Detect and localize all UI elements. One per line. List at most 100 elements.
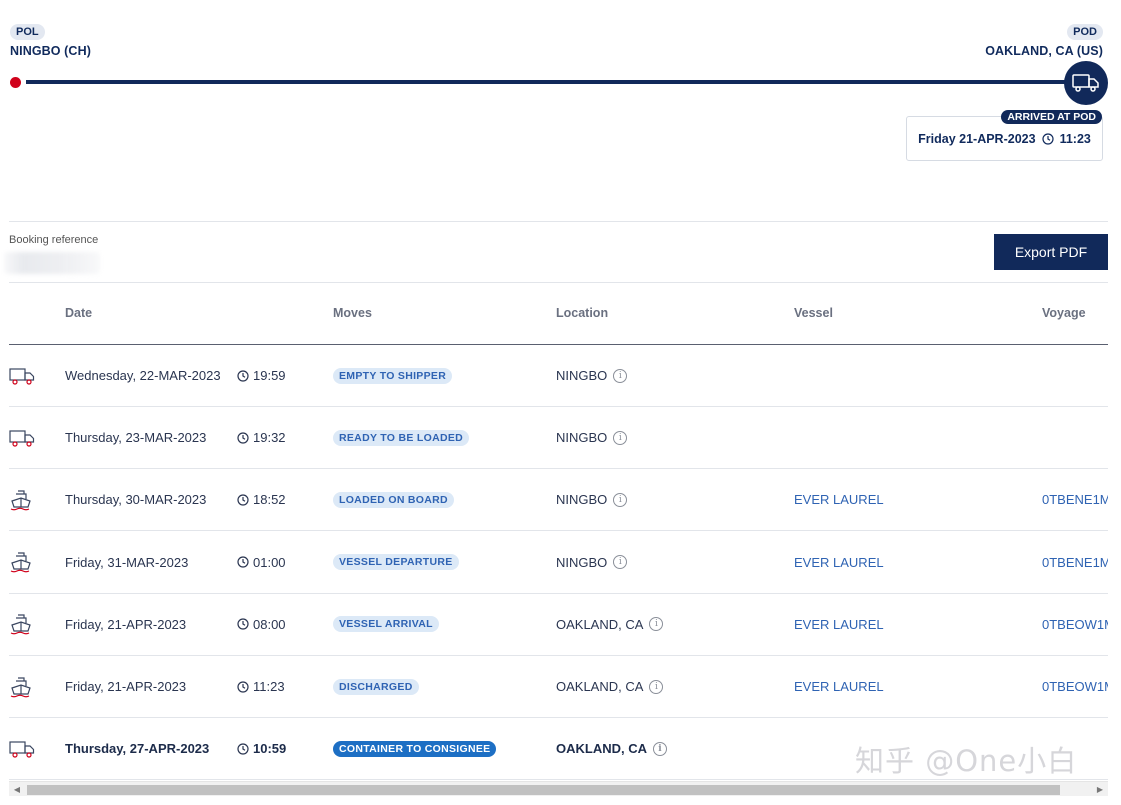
event-location: OAKLAND, CA [556, 679, 644, 694]
watermark: 知乎 @One小白 [855, 744, 1078, 778]
location-cell: OAKLAND, CA i [556, 594, 664, 655]
vessel-link[interactable]: EVER LAUREL [794, 594, 884, 655]
move-cell: READY TO BE LOADED [333, 407, 470, 468]
booking-reference-value-redacted [4, 252, 100, 274]
event-time-cell: 08:00 [237, 594, 286, 655]
scroll-left-arrow-icon[interactable]: ◀ [9, 782, 25, 797]
move-cell: LOADED ON BOARD [333, 469, 454, 530]
event-date: Thursday, 23-MAR-2023 [65, 430, 207, 446]
ship-icon [9, 656, 33, 717]
info-icon[interactable]: i [613, 555, 628, 570]
voyage-link[interactable] [1042, 407, 1108, 468]
move-status-pill: CONTAINER TO CONSIGNEE [333, 740, 497, 757]
header-date[interactable]: Date [65, 306, 92, 320]
event-time-cell: 19:59 [237, 345, 286, 406]
event-date: Thursday, 30-MAR-2023 [65, 492, 207, 508]
clock-icon [237, 369, 249, 382]
event-time: 19:32 [253, 430, 286, 446]
divider [9, 221, 1108, 222]
clock-icon [1041, 132, 1054, 145]
event-time-cell: 19:32 [237, 407, 286, 468]
event-time: 01:00 [253, 554, 286, 570]
event-date: Friday, 31-MAR-2023 [65, 554, 189, 570]
table-row: Thursday, 23-MAR-2023 19:32 READY TO BE LO… [9, 407, 1108, 470]
truck-icon [9, 718, 35, 779]
arrived-status-badge: ARRIVED AT POD [1001, 110, 1102, 124]
event-time-cell: 18:52 [237, 469, 286, 530]
ship-icon [9, 594, 33, 655]
voyage-link[interactable] [1042, 345, 1108, 406]
location-cell: OAKLAND, CA i [556, 656, 664, 717]
horizontal-scrollbar[interactable]: ◀ ▶ [9, 781, 1108, 796]
event-time-cell: 01:00 [237, 532, 286, 593]
voyage-link[interactable]: 0TBEOW1MA [1042, 656, 1108, 717]
info-icon[interactable]: i [649, 679, 664, 694]
move-cell: VESSEL DEPARTURE [333, 532, 459, 593]
info-icon[interactable]: i [649, 617, 664, 632]
arrival-time: 11:23 [1059, 131, 1091, 146]
move-status-pill: VESSEL DEPARTURE [333, 554, 459, 571]
ship-icon [9, 469, 33, 530]
route-progress-line [26, 80, 1076, 84]
move-cell: EMPTY TO SHIPPER [333, 345, 453, 406]
info-icon[interactable]: i [613, 492, 628, 507]
voyage-link[interactable]: 0TBEOW1MA [1042, 594, 1108, 655]
scrollbar-thumb[interactable] [27, 785, 1060, 795]
event-date: Thursday, 27-APR-2023 [65, 741, 210, 757]
location-cell: NINGBO i [556, 407, 628, 468]
move-cell: VESSEL ARRIVAL [333, 594, 439, 655]
clock-icon [237, 432, 249, 444]
move-status-pill: VESSEL ARRIVAL [333, 616, 439, 633]
pod-tag: POD [1067, 24, 1103, 40]
pod-block: POD OAKLAND, CA (US) [985, 22, 1103, 58]
header-location[interactable]: Location [556, 306, 608, 320]
table-row: Thursday, 30-MAR-2023 18:52 LOADED ON BOAR… [9, 469, 1108, 532]
location-cell: NINGBO i [556, 469, 628, 530]
event-time: 11:23 [253, 679, 285, 694]
vessel-link[interactable]: EVER LAUREL [794, 469, 884, 530]
move-status-pill: DISCHARGED [333, 678, 419, 695]
info-icon[interactable]: i [613, 368, 628, 383]
booking-reference-label: Booking reference [9, 234, 99, 246]
move-status-pill: LOADED ON BOARD [333, 491, 454, 508]
pol-block: POL NINGBO (CH) [10, 22, 91, 58]
vessel-link[interactable]: EVER LAUREL [794, 532, 884, 593]
export-pdf-button[interactable]: Export PDF [994, 234, 1108, 270]
event-date: Wednesday, 22-MAR-2023 [65, 368, 221, 383]
event-time-cell: 10:59 [237, 718, 286, 779]
event-location: NINGBO [556, 554, 608, 570]
move-status-pill: READY TO BE LOADED [333, 429, 470, 446]
scroll-right-arrow-icon[interactable]: ▶ [1092, 782, 1108, 797]
clock-icon [237, 743, 249, 755]
info-icon[interactable]: i [613, 430, 628, 445]
move-cell: DISCHARGED [333, 656, 419, 717]
ship-icon [9, 532, 33, 593]
header-voyage[interactable]: Voyage [1042, 306, 1086, 320]
vessel-link[interactable]: EVER LAUREL [794, 656, 884, 717]
event-time: 08:00 [253, 616, 286, 632]
clock-icon [237, 494, 249, 506]
voyage-link[interactable]: 0TBENE1MA [1042, 469, 1108, 530]
pol-tag: POL [10, 24, 45, 40]
voyage-link[interactable]: 0TBENE1MA [1042, 532, 1108, 593]
table-row: Friday, 21-APR-2023 11:23 DISCHARGED OAKLAN… [9, 656, 1108, 718]
pol-name: NINGBO (CH) [10, 44, 91, 58]
clock-icon [237, 680, 249, 693]
header-vessel[interactable]: Vessel [794, 306, 833, 320]
table-row: Wednesday, 22-MAR-2023 19:59 EMPTY TO SHIP… [9, 345, 1108, 407]
move-status-pill: EMPTY TO SHIPPER [333, 367, 453, 384]
table-row: Friday, 21-APR-2023 08:00 VESSEL ARRIVAL OA… [9, 594, 1108, 656]
event-location: OAKLAND, CA [556, 616, 644, 632]
header-moves[interactable]: Moves [333, 306, 372, 320]
event-time-cell: 11:23 [237, 656, 285, 717]
location-cell: NINGBO i [556, 345, 628, 406]
event-time: 10:59 [253, 741, 287, 757]
event-location: NINGBO [556, 430, 608, 446]
event-time: 19:59 [253, 368, 286, 383]
location-cell: NINGBO i [556, 532, 628, 593]
truck-icon [9, 345, 35, 406]
truck-icon [9, 407, 35, 468]
info-icon[interactable]: i [653, 741, 667, 756]
event-location: NINGBO [556, 368, 608, 383]
table-header: Date Moves Location Vessel Voyage [9, 283, 1108, 345]
